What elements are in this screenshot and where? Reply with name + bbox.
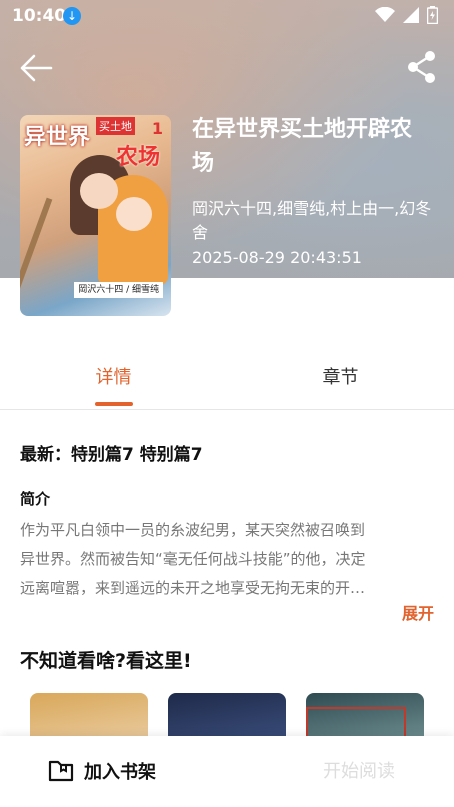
download-icon: ↓ [63,7,81,25]
status-time: 10:40 [12,6,67,26]
tab-chapters[interactable]: 章节 [227,352,454,408]
wifi-icon [375,7,395,22]
intro-line: 远离喧嚣，来到遥远的未开之地享受无拘无束的开… [20,579,366,597]
cover-title-art: 异世界 [24,124,91,150]
book-title: 在异世界买土地开辟农场 [192,117,413,176]
share-icon [408,51,435,83]
book-cover: 异世界 买土地 农场 1 岡沢六十四 / 细雪纯 [20,115,171,316]
expand-button[interactable]: 展开 [402,600,434,624]
signal-icon [403,7,419,23]
intro-line: 作为平凡白领中一员的糸波纪男，某天突然被召唤到 [20,521,366,539]
status-bar: 10:40 ↓ [0,0,454,34]
cover-subtitle-art: 买土地 [96,117,135,135]
tab-details[interactable]: 详情 [0,352,227,408]
intro-text: 作为平凡白领中一员的糸波纪男，某天突然被召唤到 异世界。然而被告知“毫无任何战斗… [20,516,434,603]
cover-credit-art: 岡沢六十四 / 细雪纯 [74,282,163,298]
book-update-time: 2025-08-29 20:43:51 [192,248,362,267]
intro-line: 异世界。然而被告知“毫无任何战斗技能”的他，决定 [20,550,366,568]
tab-active-indicator [95,402,133,406]
bookshelf-icon [48,760,74,782]
start-reading-button[interactable]: 开始阅读 [264,736,454,807]
back-button[interactable] [18,50,54,86]
bottom-action-bar: 加入书架 开始阅读 [0,736,454,807]
share-button[interactable] [406,50,438,84]
add-to-shelf-button[interactable]: 加入书架 [48,758,156,784]
recommend-title: 不知道看啥?看这里! [20,650,192,672]
cover-volume-art: 1 [151,119,163,138]
intro-heading: 简介 [20,490,51,508]
book-authors: 岡沢六十四,细雪纯,村上由一,幻冬舍 [192,199,432,242]
latest-chapter[interactable]: 最新：特别篇7 特别篇7 [20,440,203,465]
add-to-shelf-label: 加入书架 [84,762,156,783]
status-icons [375,6,438,24]
cover-farm-art: 农场 [116,145,161,170]
arrow-left-icon [20,54,53,82]
tab-bar: 详情 章节 [0,352,454,410]
battery-icon [427,6,438,24]
